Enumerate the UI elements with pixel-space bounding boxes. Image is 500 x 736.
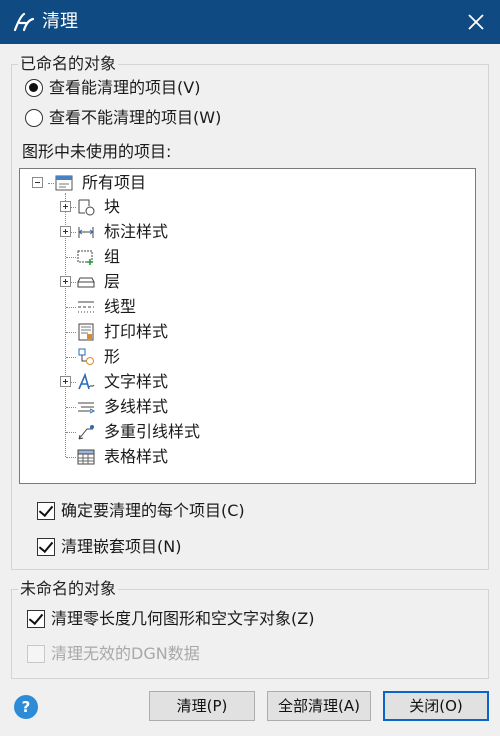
confirm-each-checkbox-box[interactable]: [37, 502, 55, 520]
tree-connector: [66, 307, 76, 308]
tree-item-table-style[interactable]: 表格样式: [76, 445, 168, 469]
tree-item-group[interactable]: 组: [76, 245, 120, 269]
tree-item-label: 形: [104, 347, 121, 366]
help-icon[interactable]: ?: [14, 695, 38, 719]
tree-item-label: 块: [104, 197, 121, 216]
purge-zero-length-label: 清理零长度几何图形和空文字对象(Z): [51, 609, 315, 628]
tree-connector: [66, 257, 76, 258]
table-style-icon: [77, 449, 95, 465]
expand-root-toggle[interactable]: [32, 177, 43, 188]
tree-item-shape[interactable]: 形: [76, 345, 120, 369]
tree-item-block[interactable]: 块: [76, 195, 120, 219]
tree-connector: [66, 432, 76, 433]
tree-item-dimension-style[interactable]: 标注样式: [76, 220, 168, 244]
unnamed-objects-group: 未命名的对象: [11, 579, 489, 679]
tree-item-multileader-style[interactable]: 多重引线样式: [76, 420, 200, 444]
purge-nested-checkbox[interactable]: 清理嵌套项目(N): [37, 536, 181, 558]
tree-connector: [66, 407, 76, 408]
tree-item-label: 多线样式: [104, 397, 169, 416]
dimension-style-icon: [78, 227, 94, 238]
radio-view-purgeable[interactable]: 查看能清理的项目(V): [25, 77, 200, 99]
named-objects-title: 已命名的对象: [18, 54, 119, 74]
shape-icon: [78, 348, 94, 365]
purge-nested-label: 清理嵌套项目(N): [61, 537, 182, 556]
radio-view-nonpurgeable[interactable]: 查看不能清理的项目(W): [25, 107, 221, 129]
unnamed-objects-title: 未命名的对象: [18, 579, 119, 599]
purge-invalid-dgn-checkbox: 清理无效的DGN数据: [27, 643, 200, 665]
purge-invalid-dgn-checkbox-box: [27, 645, 45, 663]
group-icon: [77, 250, 93, 265]
expand-text-style-toggle[interactable]: [60, 376, 71, 387]
purge-nested-checkbox-box[interactable]: [37, 538, 55, 556]
purge-button[interactable]: 清理(P): [149, 691, 255, 721]
radio-view-purgeable-label: 查看能清理的项目(V): [49, 78, 201, 97]
tree-connector: [66, 457, 76, 458]
tree-connector: [66, 332, 76, 333]
purge-zero-length-checkbox[interactable]: 清理零长度几何图形和空文字对象(Z): [27, 608, 314, 630]
tree-item-linetype[interactable]: 线型: [76, 295, 136, 319]
tree-item-label: 打印样式: [104, 322, 169, 341]
tree-root[interactable]: 所有项目: [54, 171, 146, 195]
tree-item-label: 标注样式: [104, 222, 169, 241]
close-button[interactable]: 关闭(O): [383, 691, 489, 721]
plot-style-icon: [78, 323, 94, 341]
purge-zero-length-checkbox-box[interactable]: [27, 610, 45, 628]
linetype-icon: [78, 301, 94, 313]
tree-connector: [66, 357, 76, 358]
purge-all-button[interactable]: 全部清理(A): [267, 691, 371, 721]
block-icon: [78, 199, 95, 216]
confirm-each-checkbox[interactable]: 确定要清理的每个项目(C): [37, 500, 245, 522]
tree-item-multiline-style[interactable]: 多线样式: [76, 395, 168, 419]
expand-layer-toggle[interactable]: [60, 276, 71, 287]
purge-invalid-dgn-label: 清理无效的DGN数据: [51, 644, 200, 663]
expand-block-toggle[interactable]: [60, 201, 71, 212]
close-window-icon[interactable]: [460, 6, 492, 38]
text-style-icon: [78, 372, 95, 390]
tree-item-label: 表格样式: [104, 447, 169, 466]
tree-item-text-style[interactable]: 文字样式: [76, 370, 168, 394]
expand-dimension-style-toggle[interactable]: [60, 226, 71, 237]
tree-item-plot-style[interactable]: 打印样式: [76, 320, 168, 344]
tree-item-label: 组: [104, 247, 121, 266]
tree-item-label: 层: [104, 272, 121, 291]
tree-caption: 图形中未使用的项目:: [22, 142, 172, 161]
confirm-each-label: 确定要清理的每个项目(C): [61, 501, 245, 520]
tree-item-label: 文字样式: [104, 372, 169, 391]
radio-view-nonpurgeable-indicator[interactable]: [25, 109, 43, 127]
tree-item-label: 线型: [104, 297, 137, 316]
all-items-icon: [55, 175, 73, 191]
layer-icon: [77, 277, 95, 288]
app-logo-icon: [13, 12, 35, 32]
radio-view-nonpurgeable-label: 查看不能清理的项目(W): [49, 108, 222, 127]
title-bar: 清理: [0, 0, 500, 44]
window-title: 清理: [42, 11, 78, 32]
radio-view-purgeable-indicator[interactable]: [25, 79, 43, 97]
unused-items-tree[interactable]: 所有项目 块 标注样式 组 层 线型 打印样式 形 文字样式 多线样式 多重引线…: [19, 168, 476, 484]
multileader-style-icon: [78, 425, 94, 440]
tree-item-label: 多重引线样式: [104, 422, 201, 441]
multiline-style-icon: [78, 402, 96, 414]
tree-root-label: 所有项目: [82, 173, 147, 192]
tree-item-layer[interactable]: 层: [76, 270, 120, 294]
